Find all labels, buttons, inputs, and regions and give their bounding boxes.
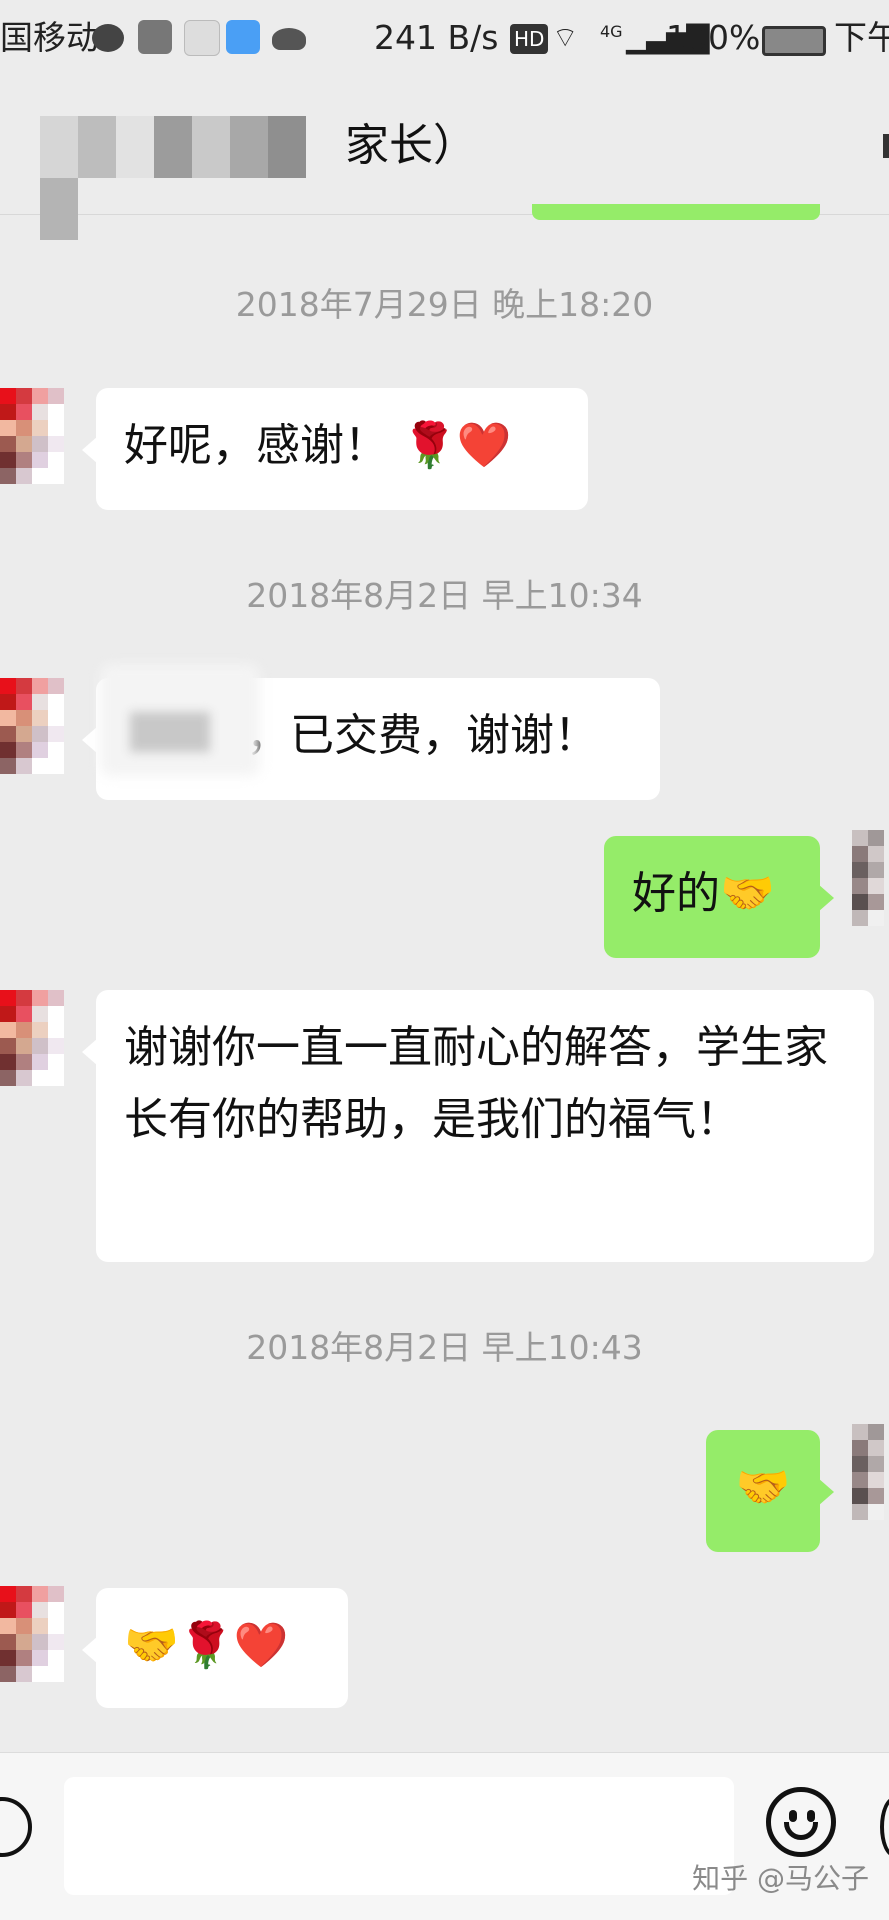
redacted-name-mosaic bbox=[130, 712, 210, 752]
previous-sent-bubble bbox=[532, 204, 820, 220]
message-text: 好的 bbox=[632, 868, 720, 919]
contact-avatar[interactable] bbox=[0, 990, 64, 1118]
sent-message[interactable]: 好的🤝 bbox=[604, 836, 834, 958]
timestamp: 2018年7月29日 晚上18:20 bbox=[235, 285, 654, 324]
timestamp: 2018年8月2日 早上10:34 bbox=[246, 576, 643, 615]
contact-avatar[interactable] bbox=[0, 1586, 64, 1714]
message-input[interactable] bbox=[64, 1777, 734, 1895]
emoji-icon-mouth bbox=[784, 1822, 818, 1840]
sent-message[interactable]: 🤝 bbox=[706, 1430, 834, 1552]
handshake-emoji: 🤝 bbox=[735, 1462, 791, 1513]
clock-app-icon bbox=[184, 20, 220, 56]
emoji-icon-eye bbox=[789, 1810, 797, 1822]
input-bar: 知乎 @马公子 bbox=[0, 1752, 889, 1920]
more-icon[interactable] bbox=[883, 134, 889, 158]
emoji-icon[interactable] bbox=[766, 1787, 836, 1857]
contact-avatar[interactable] bbox=[0, 678, 64, 806]
wechat-icon bbox=[92, 24, 124, 52]
watermark: 知乎 @马公子 bbox=[692, 1862, 869, 1895]
plus-icon[interactable] bbox=[880, 1797, 889, 1857]
handshake-rose-heart-emoji: 🤝🌹❤️ bbox=[124, 1620, 289, 1671]
chat-screen: 国移动 241 B/s HD ⌔ 4G ▁▃▅▇ 100% 下午 家长） 201… bbox=[0, 0, 889, 1920]
my-avatar[interactable] bbox=[852, 830, 889, 958]
received-message[interactable]: 谢谢你一直一直耐心的解答，学生家长有你的帮助，是我们的福气！ bbox=[82, 990, 874, 1262]
clock-partial: 下午 bbox=[834, 18, 889, 57]
carrier-label: 国移动 bbox=[0, 18, 99, 57]
battery-percent: 100% bbox=[666, 18, 761, 57]
received-message[interactable]: 好呢，感谢！ 🌹❤️ bbox=[82, 388, 588, 510]
chat-title[interactable]: 家长） bbox=[345, 114, 477, 178]
tiktok-icon bbox=[138, 20, 172, 54]
voice-icon[interactable] bbox=[0, 1797, 32, 1857]
blue-app-icon bbox=[226, 20, 260, 54]
message-text: ，已交费，谢谢！ bbox=[246, 710, 598, 761]
message-text: 好呢，感谢！ bbox=[124, 420, 388, 471]
handshake-emoji: 🤝 bbox=[720, 868, 775, 919]
contact-avatar[interactable] bbox=[0, 388, 64, 516]
obscured-contact-name bbox=[40, 116, 340, 240]
message-text: 谢谢你一直一直耐心的解答，学生家长有你的帮助，是我们的福气！ bbox=[124, 1022, 828, 1145]
emoji-icon-eye bbox=[807, 1810, 815, 1822]
battery-icon bbox=[762, 26, 826, 56]
wifi-icon: ⌔ bbox=[552, 21, 579, 54]
chat-header: 家长） bbox=[0, 76, 889, 240]
received-message[interactable]: 🤝🌹❤️ bbox=[82, 1588, 348, 1708]
timestamp: 2018年8月2日 早上10:43 bbox=[246, 1328, 643, 1367]
network-speed: 241 B/s bbox=[374, 18, 499, 57]
hd-badge: HD bbox=[510, 24, 549, 54]
cloud-icon bbox=[272, 28, 306, 50]
rose-heart-emoji: 🌹❤️ bbox=[402, 420, 512, 471]
network-type: 4G bbox=[600, 22, 623, 41]
my-avatar[interactable] bbox=[852, 1424, 889, 1552]
status-bar: 国移动 241 B/s HD ⌔ 4G ▁▃▅▇ 100% 下午 bbox=[0, 0, 889, 76]
